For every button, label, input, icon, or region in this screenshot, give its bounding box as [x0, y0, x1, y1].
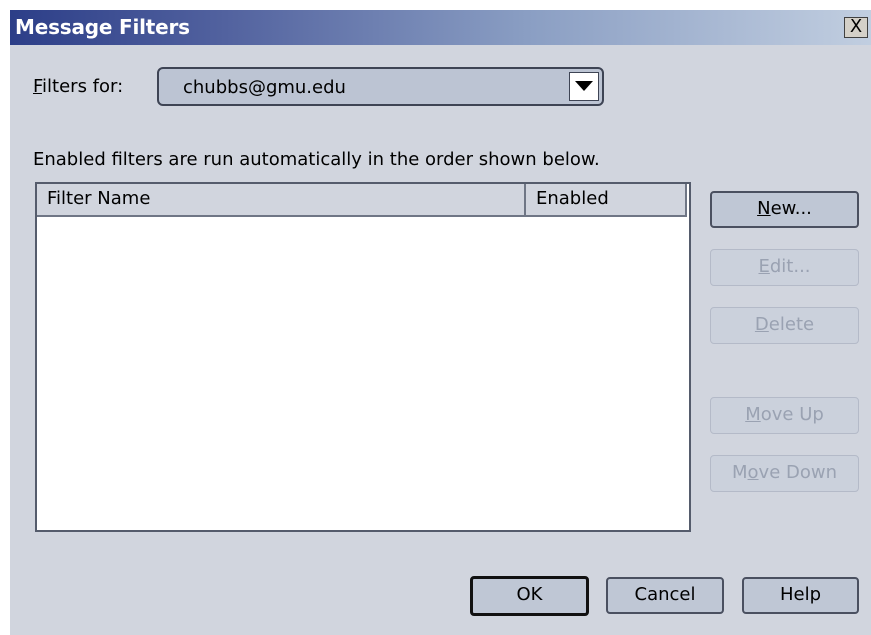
- account-select[interactable]: chubbs@gmu.edu: [157, 67, 604, 106]
- filters-for-label-text: ilters for:: [42, 76, 124, 97]
- delete-button-mnemonic: D: [754, 314, 769, 335]
- new-button-label: ew...: [770, 198, 812, 219]
- move-up-button-label: ove Up: [760, 404, 824, 425]
- filter-list[interactable]: Filter Name Enabled: [35, 182, 691, 532]
- help-button[interactable]: Help: [742, 577, 859, 614]
- title-bar[interactable]: Message Filters X: [10, 10, 871, 45]
- new-button-mnemonic: N: [757, 198, 771, 219]
- move-down-button[interactable]: Move Down: [710, 455, 859, 492]
- filters-for-label: Filters for:: [33, 76, 123, 97]
- close-icon: X: [849, 16, 863, 37]
- edit-button[interactable]: Edit...: [710, 249, 859, 286]
- ok-button[interactable]: OK: [470, 576, 589, 616]
- move-up-button[interactable]: Move Up: [710, 397, 859, 434]
- message-filters-dialog: Message Filters X Filters for: chubbs@gm…: [10, 10, 871, 635]
- filters-for-mnemonic: F: [33, 76, 43, 97]
- edit-button-label: dit...: [769, 256, 811, 277]
- dropdown-button[interactable]: [569, 72, 599, 101]
- description-text: Enabled filters are run automatically in…: [33, 149, 600, 170]
- move-down-button-label: ve Down: [758, 462, 837, 483]
- move-down-button-prefix: M: [732, 462, 748, 483]
- delete-button-label: elete: [768, 314, 815, 335]
- window-title: Message Filters: [15, 15, 190, 39]
- delete-button[interactable]: Delete: [710, 307, 859, 344]
- column-header-enabled[interactable]: Enabled: [526, 184, 687, 217]
- column-header-filter-name[interactable]: Filter Name: [37, 184, 526, 217]
- move-up-button-mnemonic: M: [745, 404, 761, 425]
- edit-button-mnemonic: E: [758, 256, 770, 277]
- move-down-button-mnemonic: o: [747, 462, 759, 483]
- new-button[interactable]: New...: [710, 191, 859, 228]
- close-button[interactable]: X: [844, 17, 868, 38]
- chevron-down-icon: [575, 81, 593, 91]
- cancel-button[interactable]: Cancel: [606, 577, 724, 614]
- account-select-value: chubbs@gmu.edu: [183, 77, 346, 98]
